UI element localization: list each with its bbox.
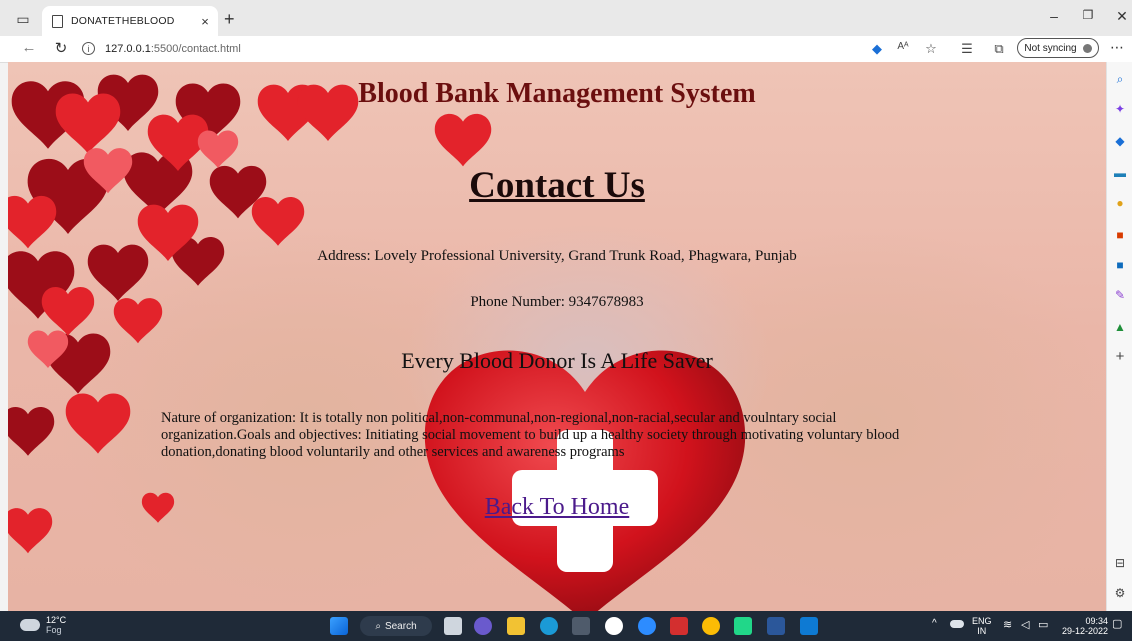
hearts-decoration-image [8, 74, 359, 554]
office-icon[interactable]: ■ [1113, 228, 1127, 242]
profile-sync-button[interactable]: Not syncing [1017, 38, 1099, 58]
page-title: Contact Us [469, 165, 645, 206]
volume-icon[interactable]: ◁ [1021, 620, 1029, 631]
search-icon: ⌕ [375, 620, 381, 632]
search-icon[interactable]: ⌕ [1113, 72, 1127, 86]
word-icon[interactable] [767, 617, 785, 635]
games-icon[interactable]: ● [1113, 196, 1127, 210]
notification-icon[interactable]: ▢ [1112, 619, 1122, 630]
url-path: :5500/contact.html [150, 42, 241, 55]
cloud-icon [20, 619, 40, 631]
phone-text: Phone Number: 9347678983 [470, 294, 644, 310]
temperature: 12°C [46, 615, 67, 625]
vscode-icon[interactable] [800, 617, 818, 635]
pycharm-icon[interactable] [734, 617, 752, 635]
close-window-button[interactable]: ✕ [1112, 8, 1132, 25]
onedrive-icon[interactable] [950, 620, 964, 628]
language-code: ENG [972, 616, 992, 626]
start-icon[interactable] [330, 617, 348, 635]
designer-icon[interactable]: ✎ [1113, 288, 1127, 302]
chrome-icon[interactable] [702, 617, 720, 635]
mcafee-icon[interactable] [670, 617, 688, 635]
add-sidebar-icon[interactable]: + [1113, 349, 1127, 364]
weather-condition: Fog [46, 625, 62, 635]
taskbar: 12°C Fog ⌕ Search ^ ENG IN ≋ ◁ ▭ 09:34 2… [0, 611, 1132, 641]
outlook-icon[interactable]: ■ [1113, 258, 1127, 272]
back-arrow-icon[interactable]: ← [18, 39, 40, 56]
sync-label: Not syncing [1024, 42, 1077, 54]
github-icon[interactable] [605, 617, 623, 635]
address-toolbar: ← ↻ i 127.0.0.1:5500/contact.html ◆ Aᴬ ☆… [0, 36, 1132, 63]
organization-description: Nature of organization: It is totally no… [161, 410, 900, 460]
edge-sidebar: ⌕ ✦ ◆ ▬ ● ■ ■ ✎ ▲ + ⊟ ⚙ [1106, 62, 1132, 611]
tab-close-icon[interactable]: × [196, 14, 214, 29]
tools-icon[interactable]: ▬ [1113, 166, 1127, 180]
clock-date: 29-12-2022 [1061, 626, 1108, 636]
sidebar-settings-icon[interactable]: ⚙ [1113, 586, 1127, 600]
minimize-button[interactable]: – [1044, 8, 1064, 24]
info-icon[interactable]: i [82, 42, 95, 55]
drop-icon[interactable]: ▲ [1113, 320, 1127, 334]
edge-browser-icon[interactable] [540, 617, 558, 635]
tab-title: DONATETHEBLOOD [71, 15, 175, 27]
tab-actions-icon[interactable]: ▭ [12, 9, 34, 29]
teams-chat-icon[interactable] [474, 617, 492, 635]
profile-icon [1082, 43, 1092, 53]
refresh-icon[interactable]: ↻ [50, 39, 72, 57]
taskbar-search-button[interactable]: ⌕ Search [360, 616, 432, 636]
url-host: 127.0.0.1 [105, 42, 151, 55]
store-icon[interactable] [572, 617, 590, 635]
site-title: Blood Bank Management System [358, 78, 756, 109]
clock-time: 09:34 [1085, 616, 1108, 626]
language-indicator[interactable]: ENG IN [972, 616, 992, 636]
address-input[interactable]: i 127.0.0.1:5500/contact.html [82, 38, 860, 59]
address-text: Address: Lovely Professional University,… [317, 248, 797, 264]
browser-tab-bar: ▭ DONATETHEBLOOD × + – ❐ ✕ [0, 0, 1132, 36]
collections-icon[interactable]: ⧉ [990, 41, 1008, 57]
hide-sidebar-icon[interactable]: ⊟ [1113, 556, 1127, 570]
wifi-icon[interactable]: ≋ [1003, 620, 1012, 631]
shopping-icon[interactable]: ◆ [1113, 134, 1127, 148]
weather-widget[interactable]: 12°C Fog [20, 615, 66, 635]
slogan-text: Every Blood Donor Is A Life Saver [401, 348, 713, 373]
back-to-home-link[interactable]: Back To Home [485, 494, 630, 520]
coupon-icon[interactable]: ◆ [868, 41, 886, 57]
region-code: IN [977, 626, 987, 636]
more-options-icon[interactable]: ⋯ [1110, 39, 1124, 56]
page-viewport: Blood Bank Management System Contact Us … [8, 62, 1106, 611]
maximize-button[interactable]: ❐ [1078, 8, 1098, 22]
copilot-icon[interactable]: ✦ [1113, 102, 1127, 116]
read-aloud-icon[interactable]: Aᴬ [894, 41, 912, 52]
battery-icon[interactable]: ▭ [1038, 620, 1048, 631]
page-icon [52, 14, 63, 28]
search-label: Search [384, 620, 417, 632]
chrome-canary-icon[interactable] [638, 617, 656, 635]
add-favorite-icon[interactable]: ☆ [922, 41, 940, 57]
new-tab-button[interactable]: + [224, 10, 235, 28]
clock[interactable]: 09:34 29-12-2022 [1060, 616, 1108, 636]
file-explorer-icon[interactable] [507, 617, 525, 635]
floating-heart-image [434, 113, 492, 167]
back-home-container: Back To Home [8, 494, 1106, 521]
show-hidden-icons[interactable]: ^ [932, 619, 937, 629]
favorites-icon[interactable]: ☰ [958, 41, 976, 57]
task-view-icon[interactable] [444, 617, 462, 635]
browser-tab[interactable]: DONATETHEBLOOD × [42, 6, 218, 36]
